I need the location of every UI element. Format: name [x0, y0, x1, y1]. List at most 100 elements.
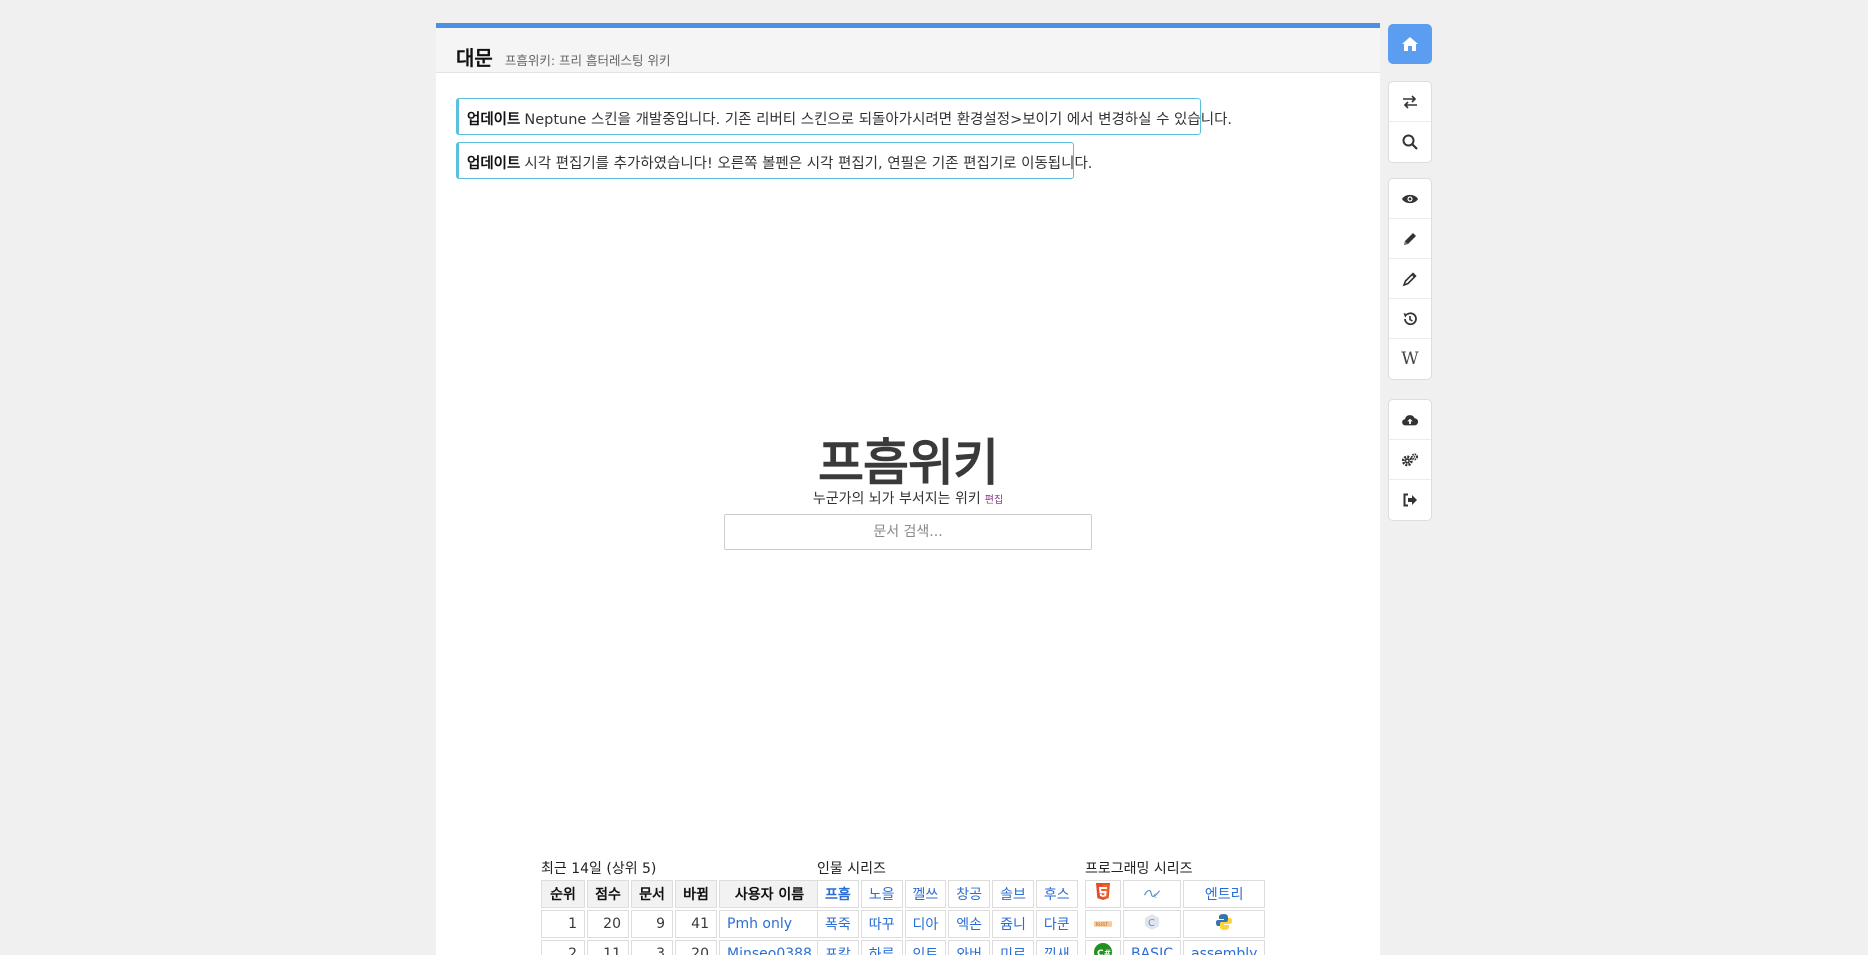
eye-icon [1401, 190, 1419, 208]
view-button[interactable] [1389, 179, 1431, 219]
series-cell: 와버 [948, 940, 991, 955]
series-cell: 엔트리 [1182, 880, 1266, 908]
score-cell: 11 [587, 940, 629, 955]
ranking-caption: 최근 14일 (상위 5) [541, 861, 657, 877]
notice-tag: 업데이트 [467, 112, 521, 128]
page-title: 대문 [456, 46, 493, 70]
rust-logo-icon[interactable]: RUST [1094, 915, 1112, 933]
csharp-logo-icon[interactable]: C# [1094, 943, 1112, 955]
settings-button[interactable] [1389, 440, 1431, 480]
series-link[interactable]: 쥼니 [1000, 917, 1026, 933]
column-header: 순위 [541, 880, 585, 908]
edit-button[interactable] [1389, 219, 1431, 259]
series-cell: 하루 [860, 940, 903, 955]
programming-series-caption: 프로그래밍 시리즈 [1085, 861, 1193, 877]
table-row: 2 11 3 20 Minseo0388 [541, 940, 820, 955]
wiki-button[interactable]: W [1389, 339, 1431, 379]
rank-cell: 1 [541, 910, 585, 938]
series-link[interactable]: 디아 [913, 917, 939, 933]
series-cell: 다쿤 [1035, 910, 1078, 938]
series-link[interactable]: 포칼 [825, 947, 851, 955]
series-cell: 엑손 [948, 910, 991, 938]
home-button[interactable] [1388, 24, 1432, 64]
sidebar-group-navigation [1388, 81, 1432, 163]
series-cell: 노을 [860, 880, 903, 908]
user-link[interactable]: Pmh only [727, 916, 792, 932]
wiki-hero: 프흠위키 누군가의 뇌가 부서지는 위키 편집 [436, 433, 1380, 508]
column-header: 바뀜 [675, 880, 717, 908]
main-search-input[interactable] [724, 514, 1092, 550]
column-header: 사용자 이름 [719, 880, 820, 908]
series-link[interactable]: 엑손 [956, 917, 982, 933]
random-document-button[interactable] [1389, 82, 1431, 122]
user-cell: Pmh only [719, 910, 820, 938]
series-link[interactable]: 따꾸 [869, 917, 895, 933]
docs-cell: 9 [631, 910, 673, 938]
programming-series-table: C 엔트리 RUST C C# BASIC assembly [1083, 878, 1267, 955]
column-header: 문서 [631, 880, 673, 908]
series-cell: RUST [1085, 910, 1121, 938]
series-link[interactable]: 껠쓰 [913, 887, 939, 903]
series-link[interactable]: 인트 [913, 947, 939, 955]
series-link[interactable]: 와버 [956, 947, 982, 955]
series-link[interactable]: BASIC [1131, 946, 1173, 955]
sidebar-group-tools [1388, 399, 1432, 521]
series-link[interactable]: assembly [1191, 946, 1257, 955]
table-row: 포칼 하루 인트 와버 미르 낑새 [817, 940, 1078, 955]
docs-cell: 3 [631, 940, 673, 955]
series-cell: 프흠 [817, 880, 859, 908]
home-icon [1401, 35, 1419, 53]
update-notice: 업데이트 Neptune 스킨을 개발중입니다. 기존 리버티 스킨으로 되돌아가… [456, 98, 1232, 135]
c-language-logo-icon[interactable]: C [1143, 884, 1161, 902]
search-button[interactable] [1389, 122, 1431, 162]
table-row: 프흠 노을 껠쓰 창공 솔브 후스 [817, 880, 1078, 908]
pen-icon [1401, 270, 1419, 288]
series-link[interactable]: 노을 [869, 887, 895, 903]
rank-cell: 2 [541, 940, 585, 955]
series-link[interactable]: 낑새 [1044, 947, 1070, 955]
html5-logo-icon[interactable] [1094, 883, 1112, 901]
table-row: 1 20 9 41 Pmh only [541, 910, 820, 938]
ranking-table-block: 최근 14일 (상위 5) 순위 점수 문서 바뀜 사용자 이름 1 20 9 … [541, 858, 822, 955]
series-cell: 쥼니 [992, 910, 1034, 938]
table-header-row: 순위 점수 문서 바뀜 사용자 이름 [541, 880, 820, 908]
table-row: C 엔트리 [1085, 880, 1266, 908]
series-cell: 창공 [948, 880, 991, 908]
wikipedia-icon: W [1401, 349, 1419, 369]
series-cell: 솔브 [992, 880, 1034, 908]
series-link[interactable]: 프흠 [825, 887, 851, 903]
series-link[interactable]: 후스 [1044, 887, 1070, 903]
logout-button[interactable] [1389, 480, 1431, 520]
c-logo-icon[interactable]: C [1143, 913, 1161, 931]
user-cell: Minseo0388 [719, 940, 820, 955]
series-link[interactable]: 솔브 [1000, 887, 1026, 903]
python-logo-icon[interactable] [1215, 913, 1233, 931]
main-content: 대문 프흠위키: 프리 흠터레스팅 위키 업데이트 Neptune 스킨을 개발중… [436, 23, 1380, 955]
people-series-table: 프흠 노을 껠쓰 창공 솔브 후스 폭죽 따꾸 디아 엑손 쥼니 다쿤 포칼 하… [815, 878, 1080, 955]
series-link[interactable]: 미르 [1000, 947, 1026, 955]
ranking-table: 순위 점수 문서 바뀜 사용자 이름 1 20 9 41 Pmh only 2 … [539, 878, 822, 955]
tagline-edit-link[interactable]: 편집 [985, 495, 1003, 506]
svg-text:RUST: RUST [1096, 921, 1108, 927]
series-cell: C# [1085, 940, 1121, 955]
search-icon [1401, 133, 1419, 151]
update-notice: 업데이트 시각 편집기를 추가하였습니다! 오른쪽 볼펜은 시각 편집기, 연필은… [456, 142, 1092, 179]
people-series-caption: 인물 시리즈 [817, 861, 886, 877]
visual-edit-button[interactable] [1389, 259, 1431, 299]
series-link[interactable]: 엔트리 [1205, 887, 1244, 903]
series-link[interactable]: 폭죽 [825, 917, 851, 933]
table-row: 폭죽 따꾸 디아 엑손 쥼니 다쿤 [817, 910, 1078, 938]
series-link[interactable]: 다쿤 [1044, 917, 1070, 933]
series-cell: 후스 [1035, 880, 1078, 908]
tagline-text: 누군가의 뇌가 부서지는 위키 [812, 491, 981, 507]
wiki-logo-text: 프흠위키 [818, 434, 999, 492]
user-link[interactable]: Minseo0388 [727, 946, 812, 955]
programming-series-block: 프로그래밍 시리즈 C 엔트리 RUST C C# BASIC assembly [1085, 858, 1267, 955]
series-cell: C [1123, 910, 1181, 938]
table-row: RUST C [1085, 910, 1266, 938]
series-link[interactable]: 하루 [869, 947, 895, 955]
series-link[interactable]: 창공 [956, 887, 982, 903]
upload-button[interactable] [1389, 400, 1431, 440]
history-button[interactable] [1389, 299, 1431, 339]
series-cell: assembly [1182, 940, 1266, 955]
